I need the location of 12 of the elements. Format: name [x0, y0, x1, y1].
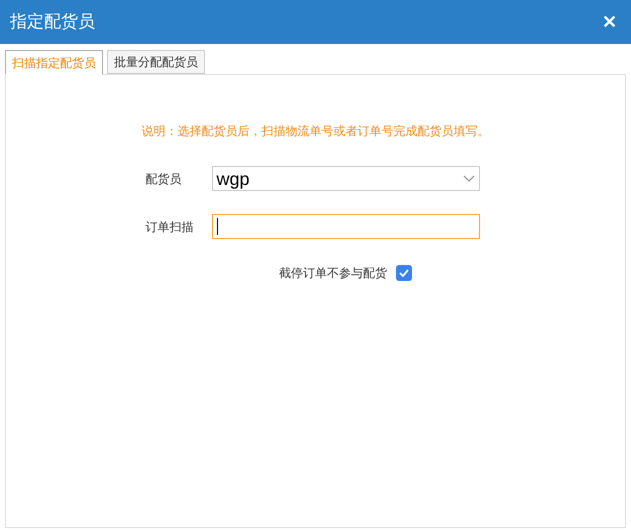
checkmark-icon: [399, 269, 409, 277]
tab[interactable]: 批量分配配货员: [107, 50, 205, 74]
instruction-text: 说明：选择配货员后，扫描物流单号或者订单号完成配货员填写。: [142, 123, 490, 140]
window-title: 指定配货员: [10, 11, 95, 34]
picker-select[interactable]: wgp: [212, 166, 480, 191]
scan-label: 订单扫描: [146, 218, 194, 236]
checkbox[interactable]: [396, 265, 412, 281]
picker-label: 配货员: [146, 170, 182, 188]
close-button[interactable]: ✕: [602, 13, 617, 31]
chevron-down-icon: [462, 174, 474, 182]
exclude-label: 截停订单不参与配货: [279, 265, 387, 282]
scan-field[interactable]: [212, 214, 480, 239]
